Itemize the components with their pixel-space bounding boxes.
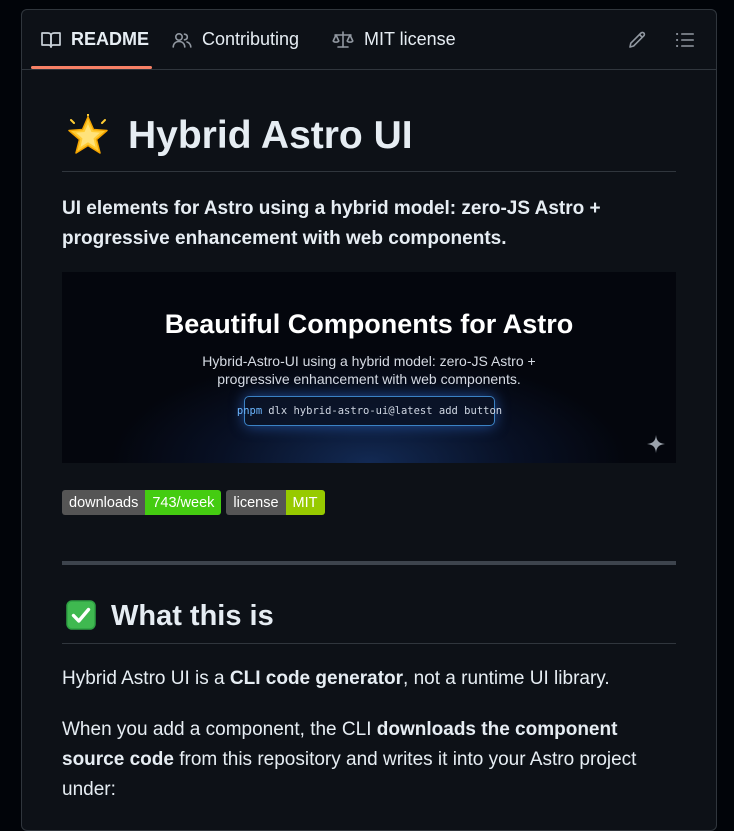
- section-divider: [62, 561, 676, 565]
- readme-panel: README Contributing MIT license Hybrid A…: [21, 9, 717, 831]
- p1-text-after: , not a runtime UI library.: [403, 668, 610, 689]
- banner-install-command: pnpm dlx hybrid-astro-ui@latest add butt…: [237, 396, 502, 426]
- banner-command-prefix: pnpm: [236, 405, 263, 417]
- active-tab-underline: [31, 66, 152, 69]
- readme-title-heading: Hybrid Astro UI: [62, 113, 676, 172]
- readme-lead: UI elements for Astro using a hybrid mod…: [62, 198, 601, 249]
- paragraph-how-it-works: When you add a component, the CLI downlo…: [62, 715, 676, 805]
- tab-contributing-label: Contributing: [202, 29, 300, 49]
- p1-bold: CLI code generator: [229, 668, 404, 689]
- law-scale-icon: [332, 30, 354, 48]
- readme-badges: downloads 743/week license MIT: [62, 490, 330, 515]
- outline-button[interactable]: [673, 28, 697, 52]
- readme-title: Hybrid Astro UI: [128, 114, 413, 157]
- paragraph-cli-generator: Hybrid Astro UI is a CLI code generator,…: [62, 664, 676, 694]
- license-badge-value: MIT: [285, 490, 325, 515]
- people-icon: [172, 32, 192, 48]
- tab-readme-label: README: [71, 29, 150, 49]
- banner-subtitle: Hybrid-Astro-UI using a hybrid model: ze…: [62, 352, 676, 388]
- what-this-is-title: What this is: [111, 600, 274, 632]
- banner-subtitle-line-1: Hybrid-Astro-UI using a hybrid model: ze…: [202, 353, 536, 369]
- downloads-badge-label: downloads: [62, 490, 146, 515]
- sparkle-icon: [647, 435, 665, 453]
- what-this-is-heading: What this is: [62, 588, 676, 644]
- tab-contributing[interactable]: Contributing: [172, 10, 299, 69]
- tab-readme[interactable]: README: [41, 10, 149, 69]
- downloads-badge-value: 743/week: [145, 490, 222, 515]
- list-unordered-icon: [676, 33, 694, 47]
- readme-tab-bar: README Contributing MIT license: [22, 10, 716, 70]
- check-mark-button-emoji: [66, 600, 96, 630]
- p2-text-before: When you add a component, the CLI: [62, 719, 377, 740]
- glowing-star-emoji: [68, 114, 108, 154]
- edit-file-button[interactable]: [625, 28, 649, 52]
- book-icon: [41, 31, 61, 48]
- banner-command-text: dlx hybrid-astro-ui@latest add button: [268, 405, 503, 417]
- license-badge-label: license: [226, 490, 286, 515]
- p1-text-before: Hybrid Astro UI is a: [62, 668, 230, 689]
- banner-subtitle-line-2: progressive enhancement with web compone…: [217, 371, 521, 387]
- readme-banner-image: Beautiful Components for Astro Hybrid-As…: [62, 272, 676, 463]
- downloads-badge[interactable]: downloads 743/week: [62, 490, 222, 515]
- banner-title: Beautiful Components for Astro: [164, 309, 574, 339]
- license-badge[interactable]: license MIT: [226, 490, 325, 515]
- tab-mit-license[interactable]: MIT license: [332, 10, 456, 69]
- tab-mit-license-label: MIT license: [364, 29, 456, 49]
- pencil-icon: [629, 31, 646, 48]
